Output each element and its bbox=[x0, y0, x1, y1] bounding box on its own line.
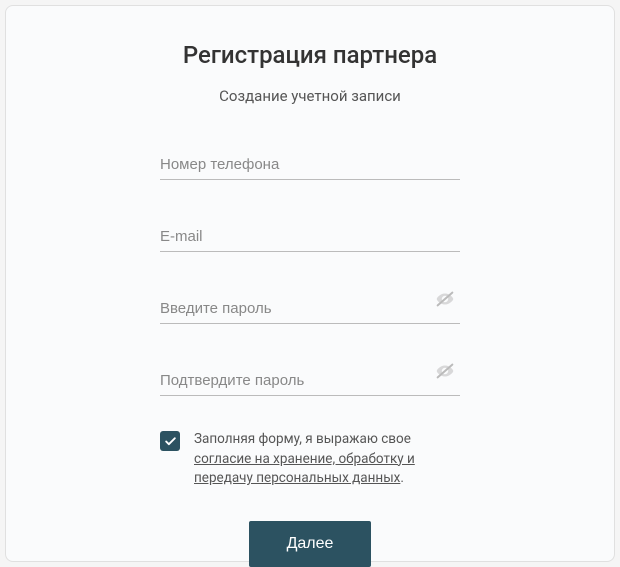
consent-checkbox[interactable] bbox=[160, 431, 180, 451]
email-input[interactable] bbox=[160, 222, 460, 252]
phone-field-wrapper bbox=[160, 150, 460, 180]
password-field-wrapper bbox=[160, 294, 460, 324]
password-confirm-input[interactable] bbox=[160, 366, 460, 396]
consent-row: Заполняя форму, я выражаю свое согласие … bbox=[160, 430, 460, 489]
submit-button[interactable]: Далее bbox=[249, 521, 372, 567]
consent-text-suffix: . bbox=[400, 470, 404, 486]
consent-text-prefix: Заполняя форму, я выражаю свое bbox=[194, 431, 411, 447]
email-field-wrapper bbox=[160, 222, 460, 252]
registration-form: Заполняя форму, я выражаю свое согласие … bbox=[160, 150, 460, 567]
page-title: Регистрация партнера bbox=[183, 41, 437, 69]
consent-link[interactable]: согласие на хранение, обработку и переда… bbox=[194, 451, 415, 487]
registration-card: Регистрация партнера Создание учетной за… bbox=[5, 5, 615, 562]
password-input[interactable] bbox=[160, 294, 460, 324]
page-subtitle: Создание учетной записи bbox=[219, 87, 401, 105]
consent-text: Заполняя форму, я выражаю свое согласие … bbox=[194, 430, 460, 489]
eye-hidden-icon[interactable] bbox=[434, 288, 456, 314]
eye-hidden-icon[interactable] bbox=[434, 360, 456, 386]
password-confirm-field-wrapper bbox=[160, 366, 460, 396]
phone-input[interactable] bbox=[160, 150, 460, 180]
